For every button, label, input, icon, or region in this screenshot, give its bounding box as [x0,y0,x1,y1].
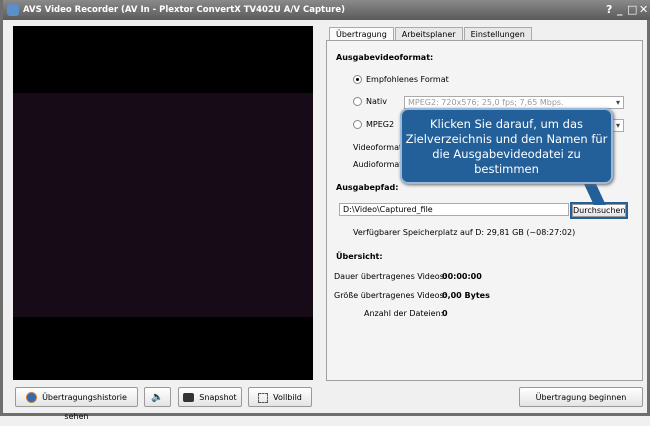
close-button[interactable]: ✕ [639,0,648,20]
count-value: 0 [442,309,448,318]
radio-label: Empfohlenes Format [366,75,449,84]
overview-heading: Übersicht: [336,252,383,261]
camera-icon [183,393,195,402]
audioformat-label: Audioformat: [353,160,406,169]
radio-icon [353,97,362,106]
fullscreen-button[interactable]: Vollbild [248,387,312,407]
start-transfer-button[interactable]: Übertragung beginnen [519,387,643,407]
window-title: AVS Video Recorder (AV In - Plextor Conv… [23,5,345,15]
help-button[interactable]: ? [606,0,612,20]
duration-value: 00:00:00 [442,272,482,281]
radio-icon [353,75,362,84]
video-frame [13,93,313,317]
free-space-text: Verfügbarer Speicherplatz auf D: 29,81 G… [353,228,576,237]
video-preview [13,26,313,380]
minimize-button[interactable]: _ [617,0,623,20]
radio-mpeg2[interactable]: MPEG2 [353,120,394,129]
tooltip-callout: Klicken Sie darauf, um das Zielverzeichn… [400,108,613,184]
tab-einstellungen[interactable]: Einstellungen [463,27,532,41]
size-value: 0,00 Bytes [442,291,490,300]
videoformat-label: Videoformat: [353,143,405,152]
radio-recommended[interactable]: Empfohlenes Format [353,75,449,84]
path-heading: Ausgabepfad: [336,183,399,192]
history-button[interactable]: Übertragungshistorie sehen [15,387,138,421]
snapshot-button[interactable]: Snapshot [178,387,242,407]
tab-bar: Übertragung Arbeitsplaner Einstellungen [329,27,533,41]
history-icon [26,392,38,403]
fullscreen-icon [258,392,269,403]
duration-label: Dauer übertragenes Videos: [334,272,447,281]
output-path-input[interactable]: D:\Video\Captured_file [339,203,569,216]
title-bar: AVS Video Recorder (AV In - Plextor Conv… [3,0,650,20]
snapshot-label: Snapshot [199,393,237,402]
radio-label: MPEG2 [366,120,395,129]
fullscreen-label: Vollbild [273,393,302,402]
tab-uebertragung[interactable]: Übertragung [329,27,394,41]
radio-native[interactable]: Nativ [353,97,387,106]
history-label: Übertragungshistorie sehen [42,393,127,421]
app-window: AVS Video Recorder (AV In - Plextor Conv… [0,0,650,421]
radio-label: Nativ [366,97,387,106]
volume-button[interactable]: 🔈 [144,387,171,407]
tab-arbeitsplaner[interactable]: Arbeitsplaner [394,27,463,41]
count-label: Anzahl der Dateien: [364,309,444,318]
speaker-icon: 🔈 [151,392,164,403]
radio-icon [353,120,362,129]
maximize-button[interactable]: □ [627,0,637,20]
format-heading: Ausgabevideoformat: [336,53,434,62]
size-label: Größe übertragenes Videos: [334,291,447,300]
app-icon [7,4,19,16]
